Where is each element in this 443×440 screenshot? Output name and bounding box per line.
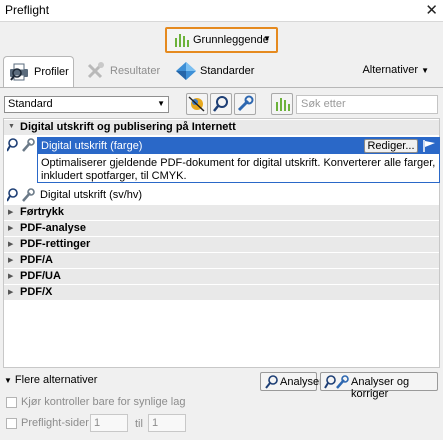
tab-resultater[interactable]: Resultater (80, 56, 160, 87)
bar-chart-icon (175, 34, 189, 47)
profile-filter-button[interactable] (186, 93, 208, 115)
check-filter-button[interactable] (210, 93, 232, 115)
search-field[interactable] (296, 95, 438, 114)
selected-profile-row[interactable]: Digital utskrift (farge) Rediger... (38, 138, 439, 154)
page-from-input[interactable]: 1 (90, 414, 128, 432)
magnifier-wrench-icon (324, 375, 350, 389)
pages-label: Preflight-sider (21, 417, 89, 429)
library-select[interactable]: Standard ▼ (4, 96, 169, 113)
title-bar: Preflight ✕ (0, 0, 443, 22)
edit-profile-button[interactable]: Rediger... (364, 139, 418, 153)
wrench-icon (237, 95, 254, 112)
profile-toolbar: Standard ▼ (0, 92, 443, 116)
library-select-value: Standard (8, 98, 53, 110)
expand-right-icon: ▶ (8, 225, 14, 232)
group-label: PDF-analyse (20, 222, 87, 234)
group-pdf-analysis[interactable]: ▶ PDF-analyse (4, 221, 439, 236)
group-label: PDF/X (20, 286, 53, 298)
group-pdf-x[interactable]: ▶ PDF/X (4, 285, 439, 300)
window-title: Preflight (5, 3, 50, 17)
alternatives-menu[interactable]: Alternativer ▼ (362, 64, 429, 76)
profile-label: Digital utskrift (farge) (41, 140, 143, 152)
caret-down-icon: ▼ (263, 34, 271, 43)
flag-icon[interactable] (422, 140, 436, 152)
profile-label: Digital utskrift (sv/hv) (40, 189, 143, 201)
tab-label: Profiler (34, 66, 69, 78)
profile-row-digital-bw[interactable]: Digital utskrift (sv/hv) (4, 187, 439, 203)
check-fixup-icons (6, 188, 37, 202)
page-to-label: til (135, 418, 143, 430)
visible-layers-checkbox[interactable] (6, 397, 17, 408)
group-label: PDF/A (20, 254, 53, 266)
analyze-label: Analyser (280, 376, 323, 388)
basic-mode-button[interactable] (271, 93, 293, 115)
tab-label: Standarder (200, 65, 255, 77)
visible-layers-label: Kjør kontroller bare for synlige lag (21, 396, 186, 408)
printer-magnifier-icon (9, 62, 31, 82)
alternatives-label: Alternativer (362, 64, 419, 76)
analyze-and-fix-button[interactable]: Analyser og korriger (320, 372, 438, 400)
expand-right-icon: ▶ (8, 241, 14, 248)
profile-description: Optimaliserer gjeldende PDF-dokument for… (41, 157, 436, 182)
expand-right-icon: ▶ (8, 257, 14, 264)
analyze-button[interactable]: Analyser (260, 372, 323, 391)
analyze-fix-label: Analyser og korriger (351, 376, 410, 400)
group-label: Førtrykk (20, 206, 65, 218)
tab-content-divider (0, 87, 443, 88)
expand-down-icon: ▼ (8, 123, 15, 130)
selected-profile-box: Digital utskrift (farge) Rediger... Opti… (37, 137, 440, 183)
pages-checkbox[interactable] (6, 418, 17, 429)
tab-standarder[interactable]: Standarder (170, 56, 260, 87)
magnifier-icon (213, 96, 228, 112)
diamond-icon (175, 61, 197, 81)
check-fixup-icons (6, 138, 37, 152)
profile-filter-icon (188, 96, 205, 112)
tab-bar: Profiler Resultater Standarder Alternati… (0, 54, 443, 88)
search-input[interactable] (301, 98, 433, 110)
tab-profiler[interactable]: Profiler (3, 56, 74, 87)
profile-tree: ▼ Digital utskrift og publisering på Int… (3, 118, 440, 368)
fixup-filter-button[interactable] (234, 93, 256, 115)
group-label: PDF/UA (20, 270, 61, 282)
mode-label: Grunnleggende (193, 34, 269, 46)
group-label: Digital utskrift og publisering på Inter… (20, 121, 236, 133)
tab-label: Resultater (110, 65, 161, 77)
close-icon[interactable]: ✕ (425, 1, 438, 19)
bar-chart-icon (276, 98, 290, 111)
group-pdf-a[interactable]: ▶ PDF/A (4, 253, 439, 268)
page-to-input[interactable]: 1 (148, 414, 186, 432)
group-pdf-fixups[interactable]: ▶ PDF-rettinger (4, 237, 439, 252)
group-digital-print[interactable]: ▼ Digital utskrift og publisering på Int… (4, 120, 439, 135)
more-options-toggle[interactable]: ▼ Flere alternativer (4, 374, 97, 386)
group-pdf-ua[interactable]: ▶ PDF/UA (4, 269, 439, 284)
tools-icon (85, 61, 107, 81)
expand-right-icon: ▶ (8, 209, 14, 216)
group-label: PDF-rettinger (20, 238, 91, 250)
expand-down-icon: ▼ (4, 376, 12, 385)
magnifier-icon (264, 375, 279, 389)
caret-down-icon: ▼ (157, 99, 165, 108)
expand-right-icon: ▶ (8, 273, 14, 280)
group-prepress[interactable]: ▶ Førtrykk (4, 205, 439, 220)
more-options-label: Flere alternativer (14, 374, 98, 386)
mode-dropdown-button[interactable]: Grunnleggende ▼ (165, 27, 278, 53)
caret-down-icon: ▼ (421, 66, 429, 75)
expand-right-icon: ▶ (8, 289, 14, 296)
